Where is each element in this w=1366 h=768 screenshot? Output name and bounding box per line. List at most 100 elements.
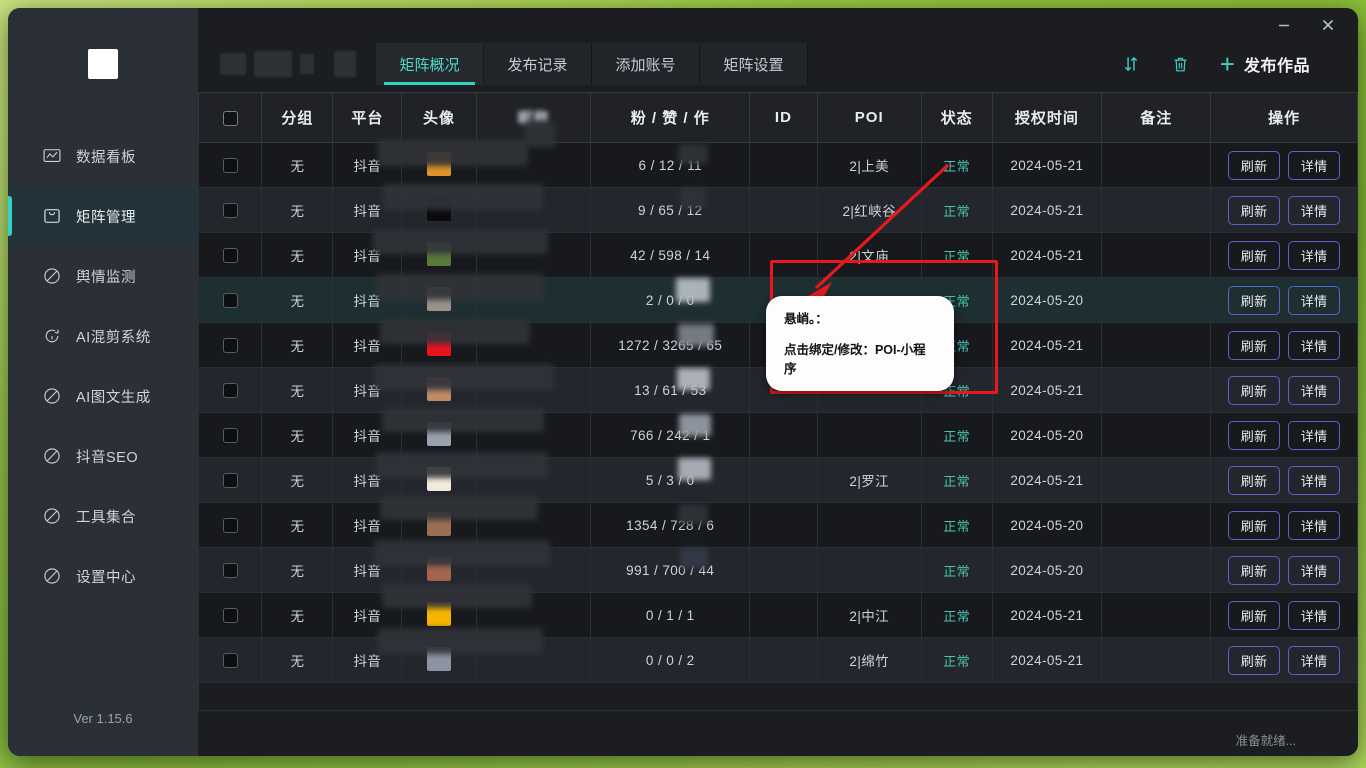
refresh-button[interactable]: 刷新 — [1228, 645, 1281, 675]
row-checkbox[interactable] — [222, 607, 238, 623]
cell-avatar[interactable] — [401, 412, 477, 458]
table-row[interactable]: 无抖音 9 / 65 / 12 2|红峡谷 正常 2024-05-21 刷新 详情 — [198, 187, 1358, 233]
header-id[interactable]: ID — [749, 92, 818, 143]
cell-poi[interactable] — [816, 547, 922, 593]
sidebar-item-settings-center[interactable]: 设置中心 — [8, 546, 198, 606]
table-row[interactable]: 无抖音 6 / 12 / 11 2|上美 正常 2024-05-21 刷新 详情 — [198, 142, 1358, 188]
table-row[interactable]: 无抖音 42 / 598 / 14 2|文庙 正常 2024-05-21 刷新 详情 — [198, 232, 1358, 278]
detail-button[interactable]: 详情 — [1288, 195, 1341, 225]
refresh-button[interactable]: 刷新 — [1228, 510, 1281, 540]
cell-checkbox[interactable] — [198, 502, 263, 548]
table-row[interactable]: 无抖音 766 / 242 / 1 正常 2024-05-20 刷新 详情 — [198, 412, 1358, 458]
row-checkbox[interactable] — [222, 517, 238, 533]
cell-checkbox[interactable] — [198, 592, 263, 638]
cell-checkbox[interactable] — [198, 322, 263, 368]
cell-avatar[interactable] — [401, 367, 477, 413]
sidebar-item-ai-mix-system[interactable]: AI混剪系统 — [8, 306, 198, 366]
cell-avatar[interactable] — [401, 547, 477, 593]
sidebar-item-opinion-monitor[interactable]: 舆情监测 — [8, 246, 198, 306]
table-row[interactable]: 无抖音 0 / 1 / 1 2|中江 正常 2024-05-21 刷新 详情 — [198, 592, 1358, 638]
row-checkbox[interactable] — [222, 652, 238, 668]
row-checkbox[interactable] — [222, 157, 238, 173]
cell-checkbox[interactable] — [198, 367, 263, 413]
detail-button[interactable]: 详情 — [1288, 150, 1341, 180]
cell-avatar[interactable] — [401, 457, 477, 503]
row-checkbox[interactable] — [222, 202, 238, 218]
detail-button[interactable]: 详情 — [1288, 330, 1341, 360]
table-row[interactable]: 无抖音 991 / 700 / 44 正常 2024-05-20 刷新 详情 — [198, 547, 1358, 593]
cell-avatar[interactable] — [401, 187, 477, 233]
table-row[interactable]: 无抖音 1272 / 3265 / 65 正常 2024-05-21 刷新 详情 — [198, 322, 1358, 368]
detail-button[interactable]: 详情 — [1288, 240, 1341, 270]
cell-poi[interactable]: 2|罗江 — [816, 457, 922, 503]
table-row[interactable]: 无抖音 0 / 0 / 2 2|绵竹 正常 2024-05-21 刷新 详情 — [198, 637, 1358, 683]
detail-button[interactable]: 详情 — [1288, 600, 1341, 630]
cell-poi[interactable]: 2|中江 — [816, 592, 922, 638]
cell-avatar[interactable] — [401, 277, 477, 323]
cell-poi[interactable] — [816, 322, 922, 368]
cell-checkbox[interactable] — [198, 457, 263, 503]
refresh-button[interactable]: 刷新 — [1228, 285, 1281, 315]
select-all-checkbox[interactable] — [222, 110, 238, 126]
cell-poi[interactable]: 2|红峡谷 — [816, 187, 922, 233]
header-platform[interactable]: 平台 — [332, 92, 403, 143]
detail-button[interactable]: 详情 — [1288, 645, 1341, 675]
row-checkbox[interactable] — [222, 427, 238, 443]
publish-work-button[interactable]: + 发布作品 — [1220, 51, 1310, 77]
sidebar-item-ai-text-image[interactable]: AI图文生成 — [8, 366, 198, 426]
cell-avatar[interactable] — [401, 232, 477, 278]
cell-poi[interactable] — [816, 502, 922, 548]
cell-poi[interactable] — [816, 367, 922, 413]
cell-avatar[interactable] — [401, 592, 477, 638]
table-row[interactable]: 无抖音 5 / 3 / 0 2|罗江 正常 2024-05-21 刷新 详情 — [198, 457, 1358, 503]
row-checkbox[interactable] — [222, 292, 238, 308]
cell-checkbox[interactable] — [198, 187, 263, 233]
sidebar-item-douyin-seo[interactable]: 抖音SEO — [8, 426, 198, 486]
header-avatar[interactable]: 头像 — [401, 92, 477, 143]
cell-avatar[interactable] — [401, 322, 477, 368]
header-poi[interactable]: POI — [816, 92, 922, 143]
cell-avatar[interactable] — [401, 637, 477, 683]
tab-matrix-overview[interactable]: 矩阵概况 — [376, 43, 484, 85]
detail-button[interactable]: 详情 — [1288, 465, 1341, 495]
tab-matrix-settings[interactable]: 矩阵设置 — [700, 43, 808, 85]
row-checkbox[interactable] — [222, 562, 238, 578]
refresh-button[interactable]: 刷新 — [1228, 240, 1281, 270]
header-remark[interactable]: 备注 — [1101, 92, 1212, 143]
row-checkbox[interactable] — [222, 337, 238, 353]
sidebar-item-data-board[interactable]: 数据看板 — [8, 126, 198, 186]
cell-avatar[interactable] — [401, 142, 477, 188]
detail-button[interactable]: 详情 — [1288, 285, 1341, 315]
refresh-button[interactable]: 刷新 — [1228, 420, 1281, 450]
cell-poi[interactable] — [816, 277, 922, 323]
cell-checkbox[interactable] — [198, 142, 263, 188]
table-row[interactable]: 无抖音 13 / 61 / 53 正常 2024-05-21 刷新 详情 — [198, 367, 1358, 413]
sidebar-item-matrix-management[interactable]: 矩阵管理 — [8, 186, 198, 246]
row-checkbox[interactable] — [222, 382, 238, 398]
detail-button[interactable]: 详情 — [1288, 420, 1341, 450]
trash-icon[interactable] — [1171, 55, 1190, 74]
tab-publish-records[interactable]: 发布记录 — [484, 43, 592, 85]
detail-button[interactable]: 详情 — [1288, 510, 1341, 540]
row-checkbox[interactable] — [222, 247, 238, 263]
header-nickname[interactable]: 昵称 — [475, 92, 592, 147]
table-row[interactable]: 无抖音 2 / 0 / 0 正常 2024-05-20 刷新 详情 — [198, 277, 1358, 323]
table-row[interactable]: 无抖音 1354 / 728 / 6 正常 2024-05-20 刷新 详情 — [198, 502, 1358, 548]
refresh-button[interactable]: 刷新 — [1228, 600, 1281, 630]
refresh-button[interactable]: 刷新 — [1228, 375, 1281, 405]
detail-button[interactable]: 详情 — [1288, 555, 1341, 585]
cell-poi[interactable]: 2|绵竹 — [816, 637, 922, 683]
tab-add-account[interactable]: 添加账号 — [592, 43, 700, 85]
header-group[interactable]: 分组 — [261, 92, 334, 143]
cell-poi[interactable]: 2|文庙 — [816, 232, 922, 278]
detail-button[interactable]: 详情 — [1288, 375, 1341, 405]
cell-checkbox[interactable] — [198, 232, 263, 278]
cell-avatar[interactable] — [401, 502, 477, 548]
row-checkbox[interactable] — [222, 472, 238, 488]
refresh-button[interactable]: 刷新 — [1228, 465, 1281, 495]
header-select-all[interactable] — [198, 92, 263, 143]
header-auth-time[interactable]: 授权时间 — [991, 92, 1103, 143]
refresh-button[interactable]: 刷新 — [1228, 330, 1281, 360]
header-stats[interactable]: 粉 / 赞 / 作 — [590, 92, 751, 143]
cell-checkbox[interactable] — [198, 637, 263, 683]
